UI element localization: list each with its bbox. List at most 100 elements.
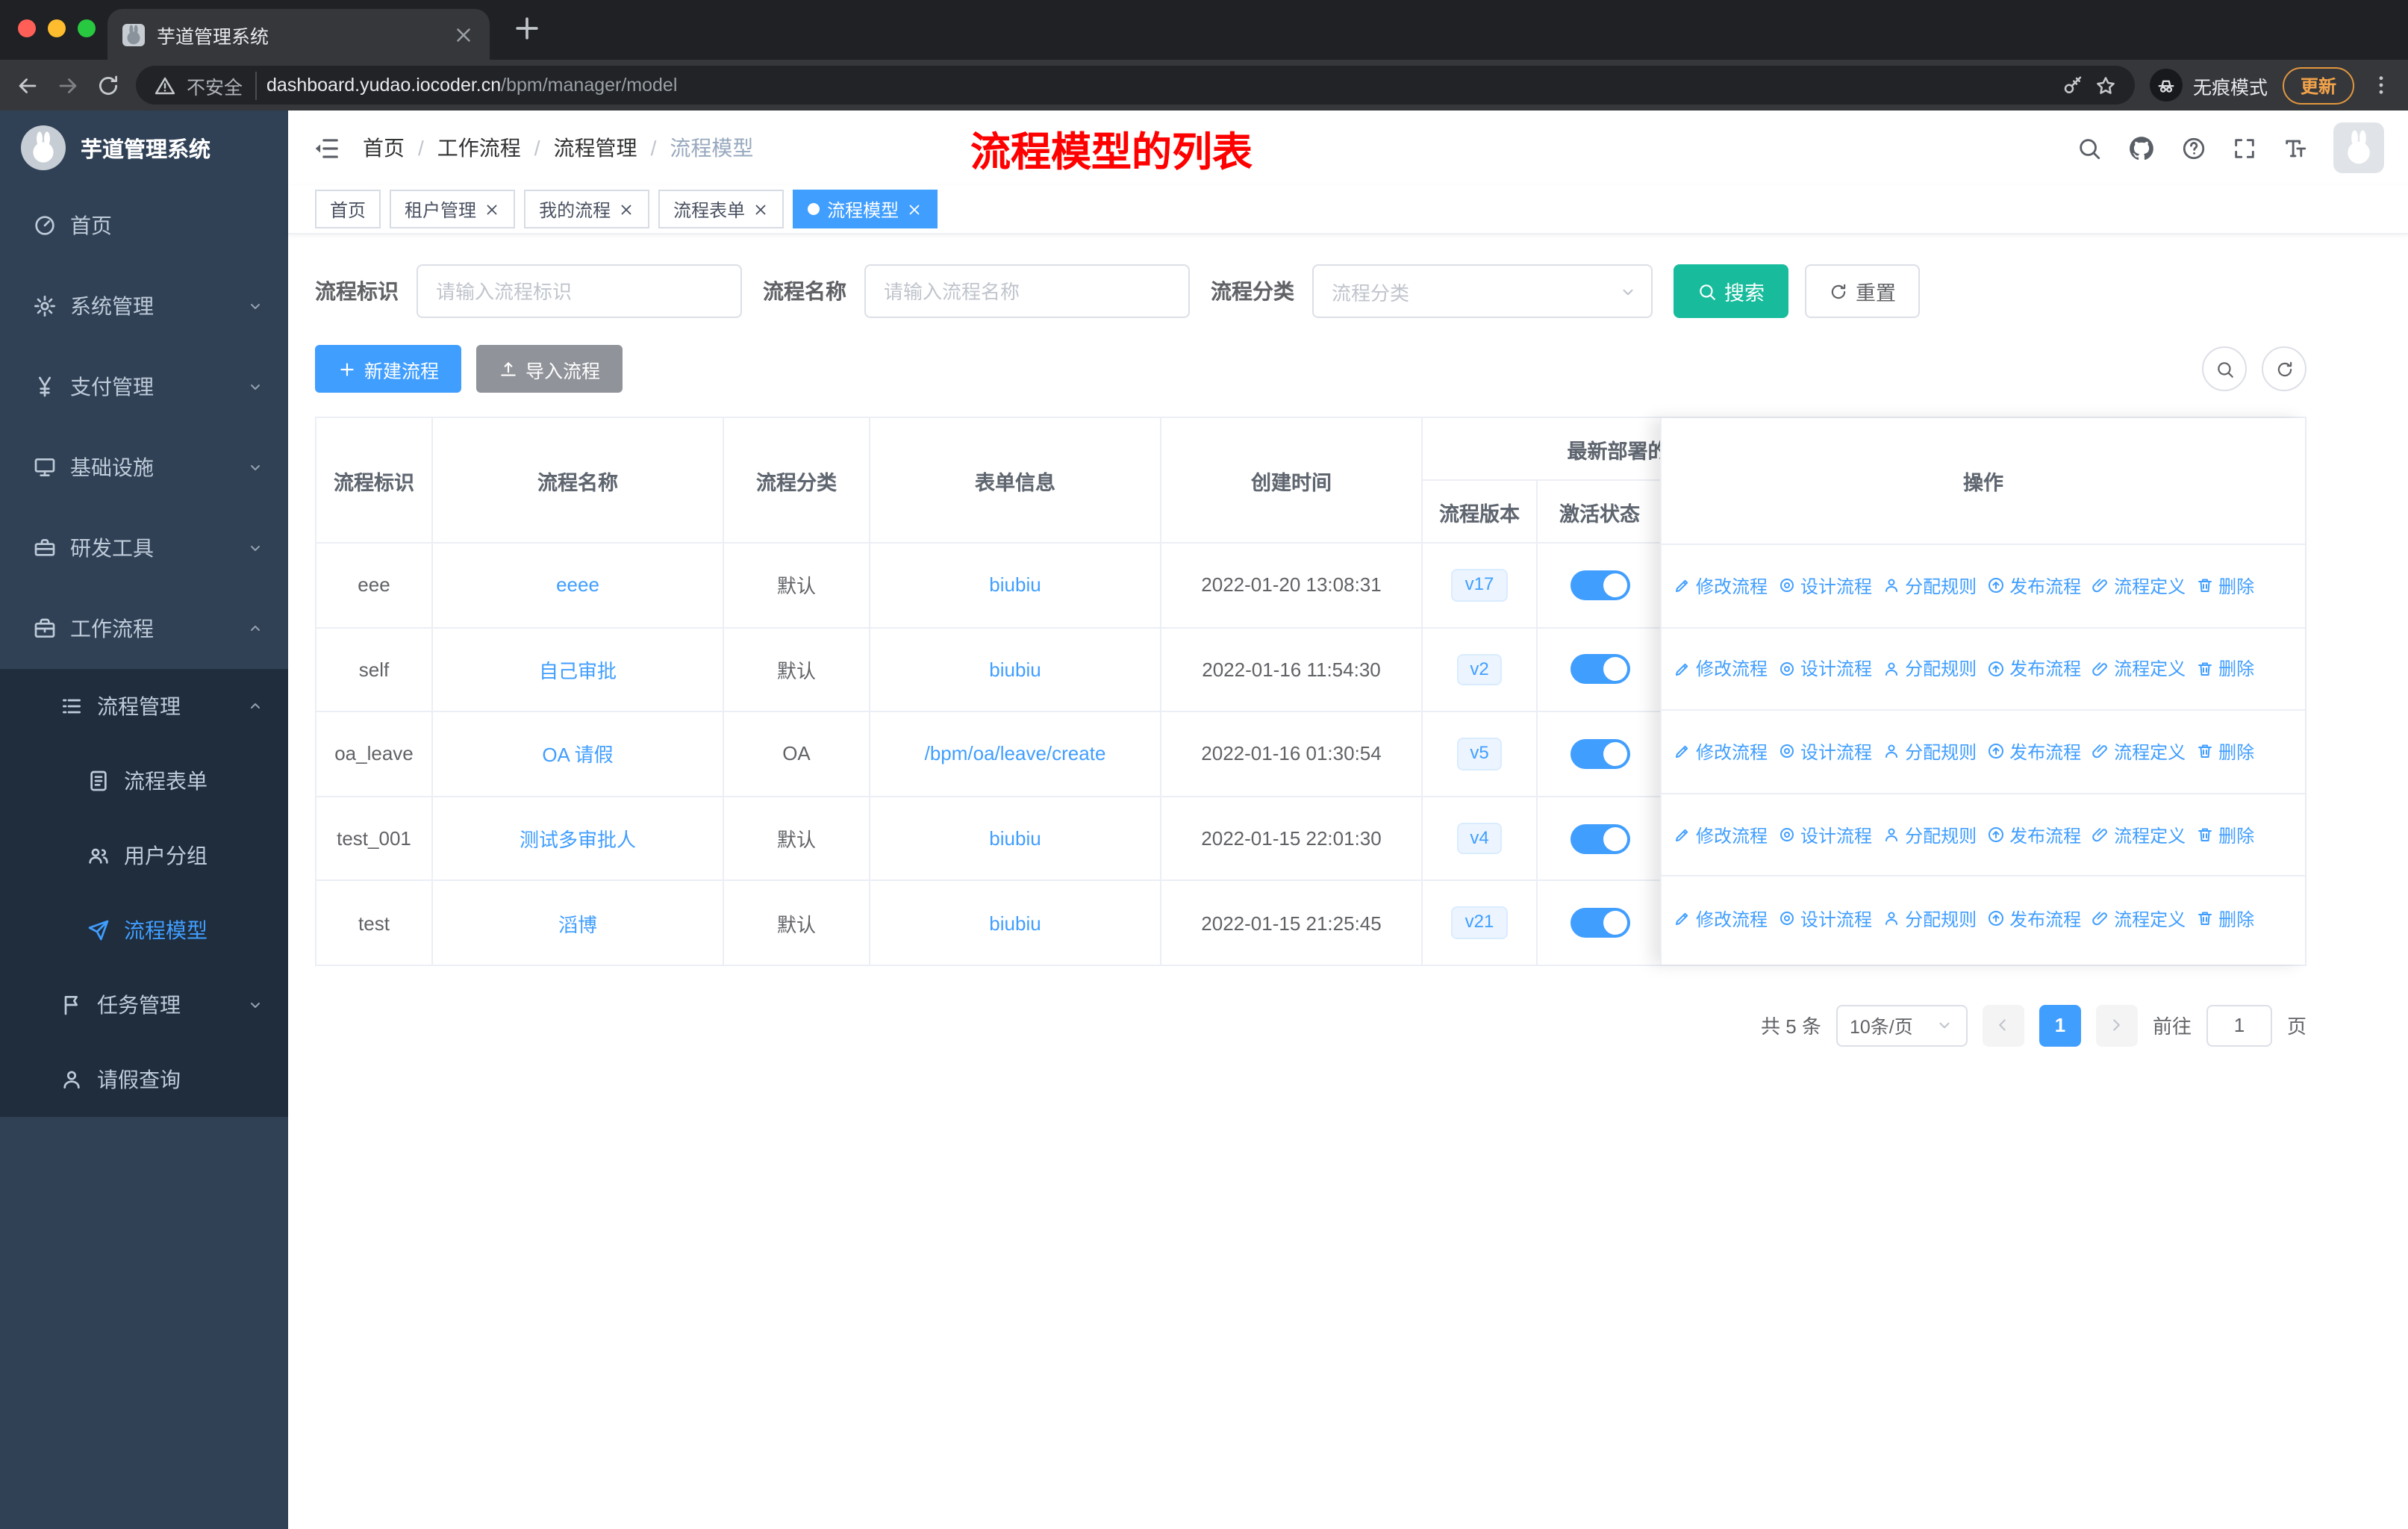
- toggle-search-button[interactable]: [2202, 346, 2247, 391]
- tag-tenant[interactable]: 租户管理: [390, 190, 516, 228]
- action-publish[interactable]: 发布流程: [1987, 656, 2081, 682]
- fullscreen-icon[interactable]: [2232, 135, 2257, 161]
- new-tab-button[interactable]: [505, 6, 549, 51]
- action-design[interactable]: 设计流程: [1778, 822, 1872, 847]
- action-delete[interactable]: 删除: [2196, 656, 2254, 682]
- close-icon[interactable]: [752, 201, 769, 217]
- sidebar-item-leave-query[interactable]: 请假查询: [0, 1042, 288, 1117]
- action-assign[interactable]: 分配规则: [1883, 906, 1977, 931]
- close-icon[interactable]: [906, 201, 923, 217]
- prev-page-button[interactable]: [1982, 1004, 2024, 1047]
- action-publish[interactable]: 发布流程: [1987, 822, 2081, 847]
- action-assign[interactable]: 分配规则: [1883, 656, 1977, 682]
- form-info-link[interactable]: biubiu: [989, 912, 1041, 934]
- action-assign[interactable]: 分配规则: [1883, 573, 1977, 599]
- action-assign[interactable]: 分配规则: [1883, 739, 1977, 764]
- browser-update-button[interactable]: 更新: [2282, 66, 2354, 104]
- security-warning-icon[interactable]: [154, 74, 176, 96]
- sidebar-item-task-manage[interactable]: 任务管理: [0, 968, 288, 1042]
- sidebar-item-home[interactable]: 首页: [0, 185, 288, 266]
- close-icon[interactable]: [484, 201, 500, 217]
- action-design[interactable]: 设计流程: [1778, 739, 1872, 764]
- action-definition[interactable]: 流程定义: [2092, 656, 2186, 682]
- form-info-link[interactable]: biubiu: [989, 658, 1041, 681]
- forward-icon[interactable]: [55, 72, 81, 98]
- breadcrumb-item[interactable]: 工作流程: [437, 133, 521, 163]
- activation-toggle[interactable]: [1570, 570, 1629, 600]
- bookmark-star-icon[interactable]: [2094, 74, 2117, 96]
- tag-process-model[interactable]: 流程模型: [793, 190, 938, 228]
- action-delete[interactable]: 删除: [2196, 822, 2254, 847]
- action-definition[interactable]: 流程定义: [2092, 739, 2186, 764]
- action-modify[interactable]: 修改流程: [1674, 656, 1768, 682]
- zoom-window-button[interactable]: [78, 19, 96, 37]
- github-icon[interactable]: [2127, 134, 2156, 162]
- current-page-button[interactable]: 1: [2039, 1004, 2081, 1047]
- form-info-link[interactable]: biubiu: [989, 574, 1041, 597]
- goto-page-input[interactable]: [2206, 1004, 2272, 1047]
- action-modify[interactable]: 修改流程: [1674, 573, 1768, 599]
- tag-home[interactable]: 首页: [315, 190, 381, 228]
- sidebar-item-infrastructure[interactable]: 基础设施: [0, 427, 288, 508]
- process-name-link[interactable]: OA 请假: [542, 740, 613, 768]
- action-definition[interactable]: 流程定义: [2092, 573, 2186, 599]
- refresh-table-button[interactable]: [2262, 346, 2306, 391]
- activation-toggle[interactable]: [1570, 738, 1629, 769]
- sidebar-collapse-icon[interactable]: [312, 134, 340, 162]
- font-size-icon[interactable]: [2283, 135, 2308, 161]
- browser-tab[interactable]: 芋道管理系统: [107, 9, 490, 60]
- action-publish[interactable]: 发布流程: [1987, 906, 2081, 931]
- activation-toggle[interactable]: [1570, 823, 1629, 854]
- import-process-button[interactable]: 导入流程: [476, 345, 623, 393]
- search-button[interactable]: 搜索: [1674, 264, 1788, 318]
- sidebar-item-payment[interactable]: 支付管理: [0, 346, 288, 427]
- action-design[interactable]: 设计流程: [1778, 906, 1872, 931]
- action-modify[interactable]: 修改流程: [1674, 906, 1768, 931]
- action-modify[interactable]: 修改流程: [1674, 822, 1768, 847]
- breadcrumb-item[interactable]: 流程管理: [554, 133, 637, 163]
- reload-icon[interactable]: [96, 72, 121, 98]
- action-delete[interactable]: 删除: [2196, 906, 2254, 931]
- activation-toggle[interactable]: [1570, 654, 1629, 685]
- process-name-link[interactable]: eeee: [556, 574, 599, 597]
- password-key-icon[interactable]: [2062, 74, 2084, 96]
- help-icon[interactable]: [2181, 135, 2206, 161]
- reset-button[interactable]: 重置: [1805, 264, 1920, 318]
- action-definition[interactable]: 流程定义: [2092, 822, 2186, 847]
- action-delete[interactable]: 删除: [2196, 573, 2254, 599]
- form-info-link[interactable]: /bpm/oa/leave/create: [925, 743, 1106, 765]
- action-publish[interactable]: 发布流程: [1987, 739, 2081, 764]
- next-page-button[interactable]: [2095, 1004, 2138, 1047]
- action-publish[interactable]: 发布流程: [1987, 573, 2081, 599]
- minimize-window-button[interactable]: [48, 19, 66, 37]
- action-assign[interactable]: 分配规则: [1883, 822, 1977, 847]
- filter-key-input[interactable]: [417, 264, 742, 318]
- process-name-link[interactable]: 自己审批: [539, 655, 617, 684]
- action-definition[interactable]: 流程定义: [2092, 906, 2186, 931]
- address-bar[interactable]: 不安全 dashboard.yudao.iocoder.cn/bpm/manag…: [136, 66, 2135, 105]
- tab-close-icon[interactable]: [452, 23, 475, 46]
- sidebar-item-process-model[interactable]: 流程模型: [0, 893, 288, 968]
- sidebar-item-user-group[interactable]: 用户分组: [0, 818, 288, 893]
- action-delete[interactable]: 删除: [2196, 739, 2254, 764]
- page-size-select[interactable]: 10条/页: [1835, 1004, 1968, 1047]
- action-modify[interactable]: 修改流程: [1674, 739, 1768, 764]
- sidebar-item-devtools[interactable]: 研发工具: [0, 508, 288, 588]
- user-avatar[interactable]: [2333, 122, 2384, 173]
- sidebar-item-system[interactable]: 系统管理: [0, 266, 288, 346]
- header-search-icon[interactable]: [2077, 135, 2102, 161]
- form-info-link[interactable]: biubiu: [989, 827, 1041, 850]
- process-name-link[interactable]: 滔博: [558, 909, 597, 937]
- breadcrumb-item[interactable]: 首页: [363, 133, 405, 163]
- process-name-link[interactable]: 测试多审批人: [520, 824, 636, 853]
- close-window-button[interactable]: [18, 19, 36, 37]
- create-process-button[interactable]: 新建流程: [315, 345, 462, 393]
- sidebar-item-process-form[interactable]: 流程表单: [0, 744, 288, 818]
- sidebar-item-process-manage[interactable]: 流程管理: [0, 669, 288, 744]
- activation-toggle[interactable]: [1570, 908, 1629, 938]
- action-design[interactable]: 设计流程: [1778, 656, 1872, 682]
- action-design[interactable]: 设计流程: [1778, 573, 1872, 599]
- tag-my-process[interactable]: 我的流程: [524, 190, 650, 228]
- browser-menu-icon[interactable]: [2369, 73, 2393, 97]
- sidebar-item-workflow[interactable]: 工作流程: [0, 588, 288, 669]
